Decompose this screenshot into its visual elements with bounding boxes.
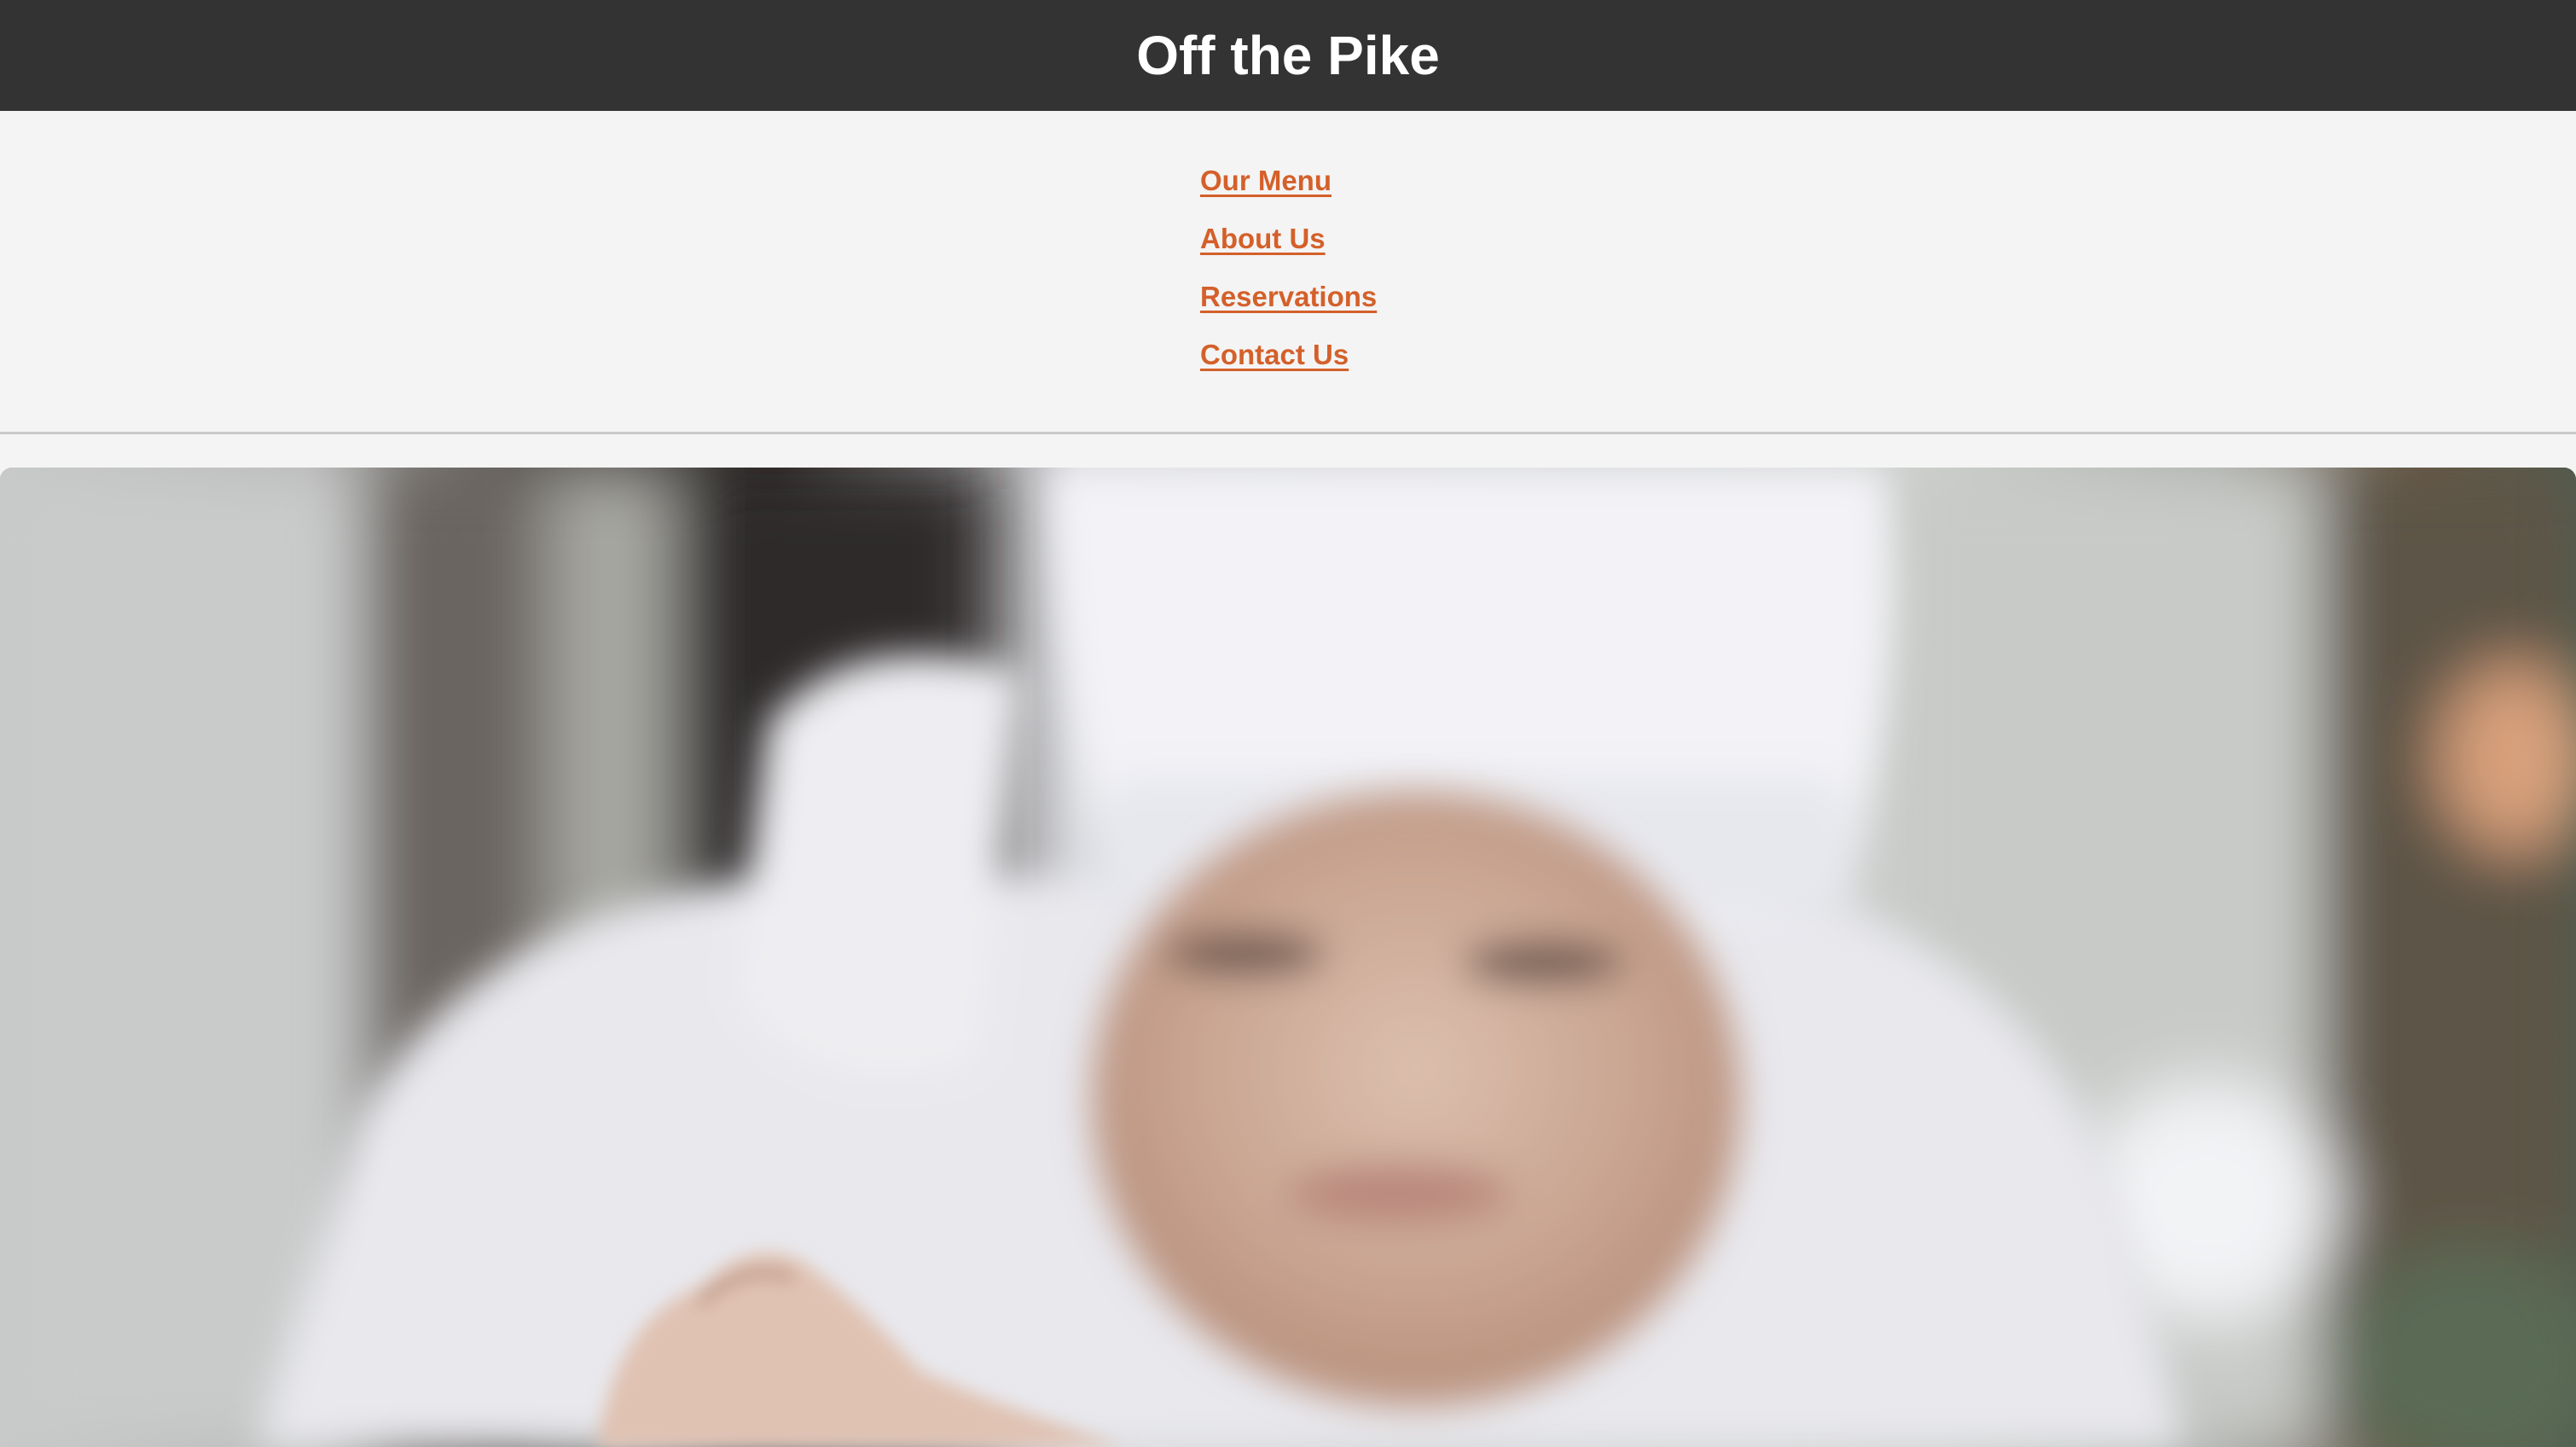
nav-item-reservations: Reservations — [1200, 278, 1377, 336]
nav-link-contact-us[interactable]: Contact Us — [1200, 339, 1349, 370]
main-nav: Our Menu About Us Reservations Contact U… — [0, 111, 2576, 432]
site-title: Off the Pike — [1136, 25, 1440, 86]
nav-item-about-us: About Us — [1200, 220, 1377, 278]
nav-link-reservations[interactable]: Reservations — [1200, 281, 1377, 312]
nav-link-our-menu[interactable]: Our Menu — [1200, 165, 1332, 196]
page: Off the Pike Our Menu About Us Reservati… — [0, 0, 2576, 1447]
hero-image — [0, 468, 2576, 1447]
nav-item-our-menu: Our Menu — [1200, 162, 1377, 220]
nav-list: Our Menu About Us Reservations Contact U… — [1200, 162, 1377, 394]
nav-link-about-us[interactable]: About Us — [1200, 223, 1326, 254]
nav-divider — [0, 432, 2576, 434]
chef-photo — [0, 468, 2576, 1447]
site-header: Off the Pike — [0, 0, 2576, 111]
nav-item-contact-us: Contact Us — [1200, 336, 1377, 394]
